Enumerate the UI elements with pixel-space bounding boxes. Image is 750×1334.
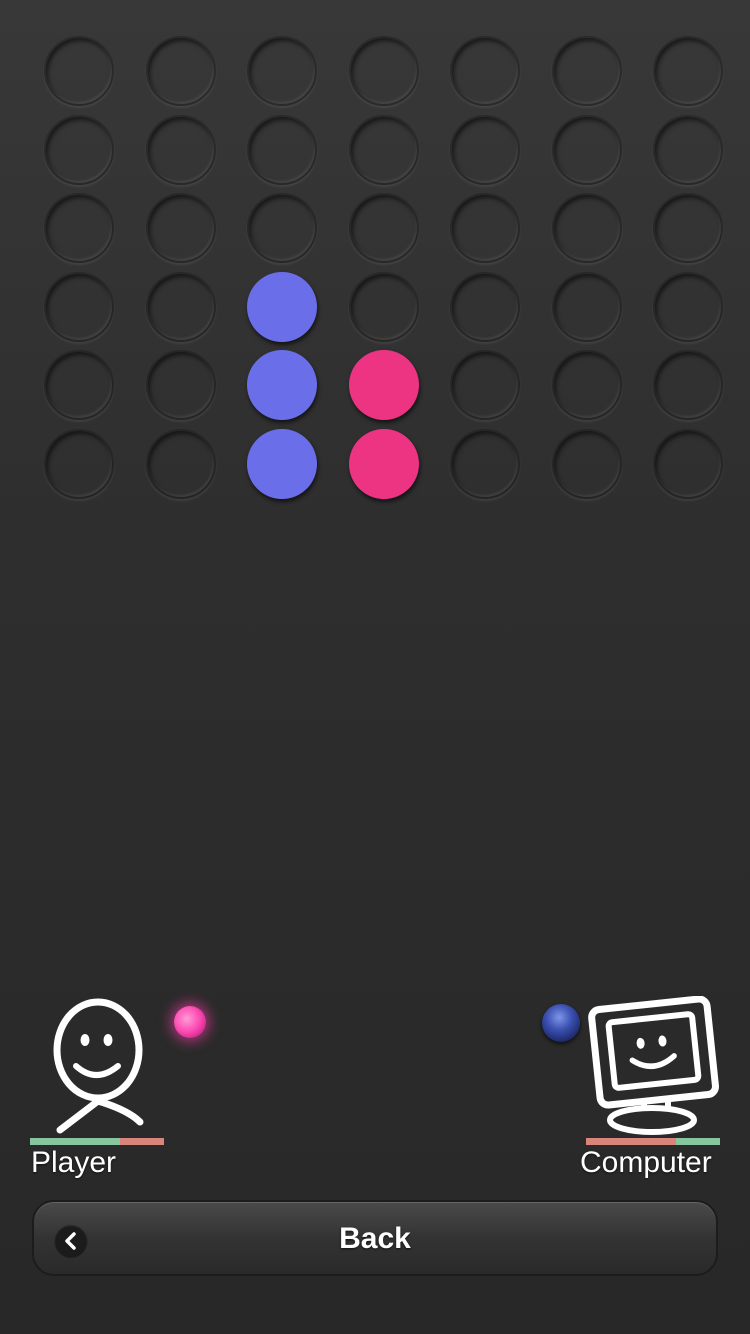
board-cell-r3-c7[interactable] xyxy=(653,193,723,263)
board-cell-r5-c2[interactable] xyxy=(146,350,216,420)
board-cell-r3-c1[interactable] xyxy=(44,193,114,263)
board-cell-r5-c6[interactable] xyxy=(552,350,622,420)
computer-score-bar xyxy=(586,1138,720,1145)
back-button-label: Back xyxy=(339,1222,411,1255)
computer-avatar-icon xyxy=(588,996,719,1135)
player-score-bar xyxy=(30,1138,164,1145)
board-cell-r2-c1[interactable] xyxy=(44,115,114,185)
board-cell-r3-c6[interactable] xyxy=(552,193,622,263)
computer-score-bar-green xyxy=(676,1138,720,1145)
board-cell-r1-c1[interactable] xyxy=(44,36,114,106)
player-name: Player xyxy=(31,1146,117,1179)
board-cell-r3-c4[interactable] xyxy=(349,193,419,263)
player-score-bar-red xyxy=(120,1138,164,1145)
board-cell-r4-c7[interactable] xyxy=(653,272,723,342)
player-pink-token xyxy=(174,1006,206,1038)
board-cell-r6-c7[interactable] xyxy=(653,429,723,499)
board-cell-r5-c1[interactable] xyxy=(44,350,114,420)
board-cell-r2-c2[interactable] xyxy=(146,115,216,185)
player-avatar-icon xyxy=(53,998,144,1134)
board-cell-r6-c6[interactable] xyxy=(552,429,622,499)
board-cell-r6-c5[interactable] xyxy=(450,429,520,499)
board-cell-r2-c3[interactable] xyxy=(247,115,317,185)
board-cell-r5-c3-blue-disc[interactable] xyxy=(247,350,317,420)
board-cell-r4-c5[interactable] xyxy=(450,272,520,342)
board-cell-r6-c2[interactable] xyxy=(146,429,216,499)
board-cell-r2-c4[interactable] xyxy=(349,115,419,185)
board-cell-r6-c1[interactable] xyxy=(44,429,114,499)
board-cell-r6-c4-pink-disc[interactable] xyxy=(349,429,419,499)
board-cell-r1-c2[interactable] xyxy=(146,36,216,106)
back-button[interactable]: Back xyxy=(32,1200,718,1276)
board-cell-r5-c4-pink-disc[interactable] xyxy=(349,350,419,420)
computer-score-bar-red xyxy=(586,1138,676,1145)
board-cell-r5-c7[interactable] xyxy=(653,350,723,420)
game-board[interactable] xyxy=(0,0,750,520)
board-cell-r4-c2[interactable] xyxy=(146,272,216,342)
board-cell-r2-c5[interactable] xyxy=(450,115,520,185)
board-cell-r1-c4[interactable] xyxy=(349,36,419,106)
board-cell-r3-c2[interactable] xyxy=(146,193,216,263)
board-cell-r4-c4[interactable] xyxy=(349,272,419,342)
board-cell-r6-c3-blue-disc[interactable] xyxy=(247,429,317,499)
player-score-bar-green xyxy=(30,1138,120,1145)
board-cell-r5-c5[interactable] xyxy=(450,350,520,420)
board-cell-r1-c6[interactable] xyxy=(552,36,622,106)
board-cell-r1-c3[interactable] xyxy=(247,36,317,106)
board-cell-r2-c7[interactable] xyxy=(653,115,723,185)
board-cell-r1-c5[interactable] xyxy=(450,36,520,106)
board-cell-r4-c3-blue-disc[interactable] xyxy=(247,272,317,342)
board-cell-r4-c6[interactable] xyxy=(552,272,622,342)
computer-blue-token xyxy=(542,1004,580,1042)
board-cell-r3-c3[interactable] xyxy=(247,193,317,263)
board-cell-r4-c1[interactable] xyxy=(44,272,114,342)
computer-name: Computer xyxy=(580,1146,712,1179)
board-cell-r1-c7[interactable] xyxy=(653,36,723,106)
board-cell-r2-c6[interactable] xyxy=(552,115,622,185)
board-cell-r3-c5[interactable] xyxy=(450,193,520,263)
